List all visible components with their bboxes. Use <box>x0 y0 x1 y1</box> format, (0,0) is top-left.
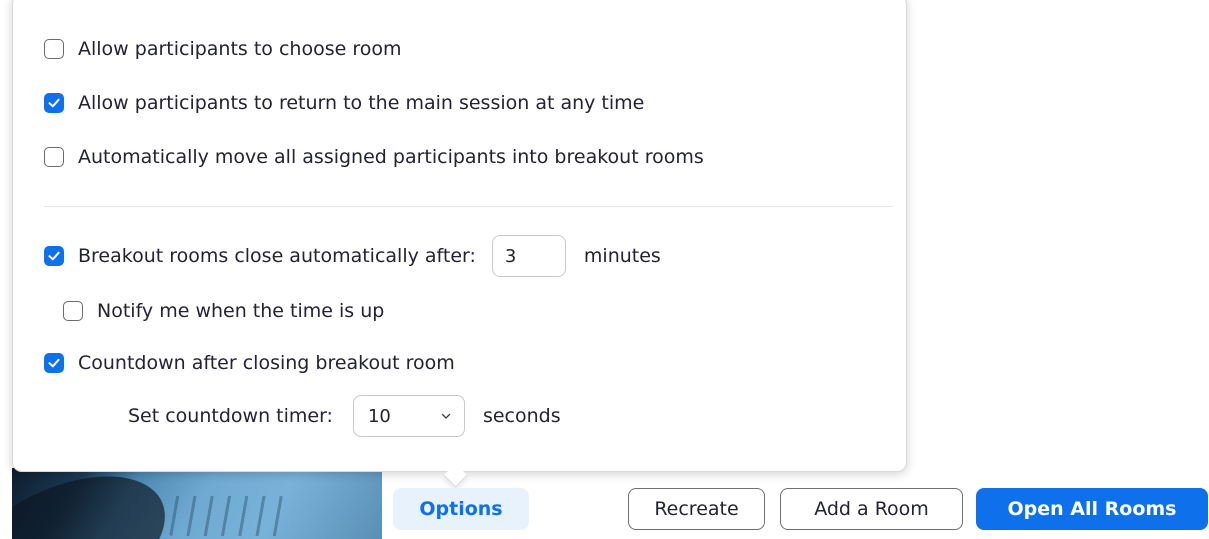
auto-move-checkbox[interactable] <box>44 147 64 167</box>
countdown-checkbox[interactable] <box>44 353 64 373</box>
option-auto-move[interactable]: Automatically move all assigned particip… <box>44 146 704 168</box>
section-divider <box>44 206 893 207</box>
minutes-unit-label: minutes <box>583 245 661 267</box>
countdown-timer-row: Set countdown timer: 10 seconds <box>128 395 561 437</box>
option-auto-close[interactable]: Breakout rooms close automatically after… <box>44 235 661 277</box>
checkmark-icon <box>48 98 60 108</box>
video-thumbnail <box>12 468 382 539</box>
chevron-down-icon <box>441 413 451 419</box>
breakout-rooms-window: Allow participants to choose room Allow … <box>0 0 1209 539</box>
notify-label: Notify me when the time is up <box>97 300 385 322</box>
recreate-button[interactable]: Recreate <box>628 488 765 530</box>
checkmark-icon <box>48 358 60 368</box>
return-main-label: Allow participants to return to the main… <box>78 92 645 114</box>
auto-close-label: Breakout rooms close automatically after… <box>78 245 476 267</box>
choose-room-checkbox[interactable] <box>44 39 64 59</box>
option-choose-room[interactable]: Allow participants to choose room <box>44 38 402 60</box>
option-countdown[interactable]: Countdown after closing breakout room <box>44 352 455 374</box>
open-all-rooms-button[interactable]: Open All Rooms <box>976 488 1208 530</box>
countdown-timer-label: Set countdown timer: <box>128 405 333 427</box>
countdown-timer-select[interactable]: 10 <box>352 395 465 437</box>
checkmark-icon <box>48 251 60 261</box>
add-room-button[interactable]: Add a Room <box>780 488 963 530</box>
notify-checkbox[interactable] <box>63 301 83 321</box>
options-button[interactable]: Options <box>393 488 529 530</box>
option-notify[interactable]: Notify me when the time is up <box>63 300 384 322</box>
countdown-timer-value: 10 <box>367 405 391 427</box>
option-return-main[interactable]: Allow participants to return to the main… <box>44 92 644 114</box>
auto-move-label: Automatically move all assigned particip… <box>78 146 704 168</box>
return-main-checkbox[interactable] <box>44 93 64 113</box>
auto-close-checkbox[interactable] <box>44 246 64 266</box>
countdown-label: Countdown after closing breakout room <box>78 352 455 374</box>
choose-room-label: Allow participants to choose room <box>78 38 402 60</box>
close-minutes-input[interactable]: 3 <box>491 235 566 277</box>
seconds-unit-label: seconds <box>482 405 561 427</box>
